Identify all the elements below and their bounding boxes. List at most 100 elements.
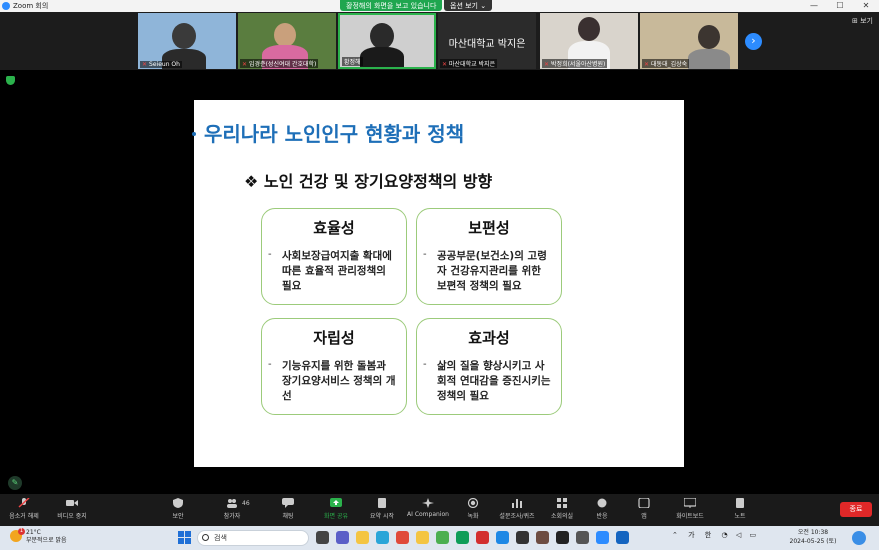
participant-display-name: 마산대학교 박지은 [448,39,526,50]
policy-box-text: 기능유지를 위한 돌봄과 장기요양서비스 정책의 개선 [282,360,396,402]
participant-name-label: ✕ 대동대_김상숙 [642,59,690,68]
gallery-next-button[interactable]: › [745,33,762,50]
security-label: 보안 [172,513,184,520]
breakout-grid-icon [557,498,567,508]
notes-icon [736,498,744,508]
participant-name-label: ✕ Seieun Oh [140,61,182,68]
tray-overflow-icon[interactable]: ⌃ [672,531,678,539]
window-title: Zoom 회의 [13,2,49,10]
chrome-icon[interactable] [436,531,449,544]
policy-box-heading: 효과성 [468,329,510,347]
annotate-pencil-icon[interactable]: ✎ [8,476,22,490]
app-icon[interactable] [576,531,589,544]
windows-start-button[interactable] [178,531,192,545]
stop-video-button[interactable]: 비디오 중지 [44,498,100,520]
record-icon [467,498,479,508]
participant-body [360,47,404,67]
ime-mode[interactable]: 가 [688,531,694,539]
windows-logo-icon [185,538,191,544]
ai-companion-label: AI Companion [407,511,449,518]
policy-box-independence: 자립성 - 기능유지를 위한 돌봄과 장기요양서비스 정책의 개선 [261,318,407,415]
participant-tile[interactable]: 마산대학교 박지은 ✕ 마산대학교 박지은 [438,13,536,69]
participant-tile[interactable]: ✕ 박정희(서울아산병원) [540,13,638,69]
security-button[interactable]: 보안 [150,498,206,520]
participants-count: 46 [242,500,250,507]
policy-box-text: 공공부문(보건소)의 고령자 건강유지관리를 위한 보편적 정책의 필요 [437,250,547,292]
windows-taskbar: 1 21°C 부분적으로 맑음 검색 ⌃ 가 한 ◔ ◁ ▭ 오전 10:38 … [0,526,879,550]
excel-icon[interactable] [456,531,469,544]
participant-name-label: ✕ 박정희(서울아산병원) [542,59,608,68]
participant-avatar [578,17,600,41]
policy-box-heading: 효율성 [313,219,355,237]
policy-box-text: 사회보장급여지출 확대에 따른 효율적 관리정책의 필요 [282,250,392,292]
sparkle-icon [422,498,434,508]
acrobat-icon[interactable] [556,531,569,544]
taskbar-clock[interactable]: 오전 10:38 2024-05-25 (토) [782,528,844,546]
summary-doc-icon [378,498,386,508]
windows-logo-icon [178,531,184,537]
zoom-logo-icon [2,2,10,10]
participant-tile-active-speaker[interactable]: 황정해 [338,13,436,69]
minimize-button[interactable]: — [801,0,827,12]
unmute-label: 음소거 해제 [9,513,39,520]
meeting-toolbar: 음소거 해제 비디오 중지 보안 참가자 46 채팅 화면 공유 요약 시작 A… [0,494,879,526]
shield-icon [173,498,183,508]
participants-button[interactable]: 참가자 46 [204,498,260,520]
office-icon[interactable] [396,531,409,544]
weather-desc: 부분적으로 맑음 [26,537,67,544]
teams-icon[interactable] [336,531,349,544]
bullet-dash: - [423,249,427,260]
participant-name: 마산대학교 박지은 [449,61,496,68]
file-explorer-icon[interactable] [356,531,369,544]
participant-name-label: ✕ 임경춘(성신여대 간호대학) [240,59,319,68]
windows-logo-icon [185,531,191,537]
app-icon[interactable] [476,531,489,544]
gallery-view-button[interactable]: ⊞ 보기 [852,16,873,26]
ime-language[interactable]: 한 [705,531,711,539]
sticky-notes-icon[interactable] [416,531,429,544]
close-button[interactable]: ✕ [853,0,879,12]
bullet-icon [192,132,196,136]
policy-box-heading: 보편성 [468,219,510,237]
wifi-icon[interactable]: ◔ [721,531,727,539]
slide-title: 우리나라 노인인구 현황과 정책 [192,118,464,147]
speaker-icon[interactable]: ◁ [736,531,741,539]
participant-avatar [172,23,196,49]
chat-label: 채팅 [282,513,294,520]
participant-name-label: ✕ 마산대학교 박지은 [440,59,498,68]
maximize-button[interactable]: ☐ [827,0,853,12]
task-view-icon[interactable] [316,531,329,544]
participant-tile[interactable]: ✕ 임경춘(성신여대 간호대학) [238,13,336,69]
edge-icon[interactable] [376,531,389,544]
view-options-button[interactable]: 옵션 보기 ⌄ [444,0,493,11]
zoom-taskbar-icon[interactable] [596,531,609,544]
app-icon[interactable] [616,531,629,544]
participant-gallery: ✕ Seieun Oh ✕ 임경춘(성신여대 간호대학) 황정해 마산대학교 박지은… [0,12,879,70]
policy-box-text: 삶의 질을 향상시키고 사회적 연대감을 증진시키는 정책의 필요 [437,360,551,402]
copilot-icon[interactable] [852,531,866,545]
word-icon[interactable] [496,531,509,544]
whiteboard-button[interactable]: 화이트보드 [662,498,718,520]
share-status-banner: 황정해의 화면을 보고 있습니다 [340,0,443,11]
taskbar-search-input[interactable]: 검색 [197,530,309,546]
reaction-smile-icon [597,498,607,508]
polls-label: 설문조사/퀴즈 [499,513,535,520]
poll-chart-icon [512,499,522,508]
notes-button[interactable]: 노트 [712,498,768,520]
muted-mic-icon: ✕ [644,61,650,68]
record-label: 녹화 [467,513,479,520]
policy-box-heading: 자립성 [313,329,355,347]
security-shield-icon[interactable] [6,76,15,85]
battery-icon[interactable]: ▭ [749,531,756,539]
weather-badge: 1 [18,528,25,535]
participant-tile[interactable]: ✕ Seieun Oh [138,13,236,69]
policy-box-efficiency: 효율성 - 사회보장급여지출 확대에 따른 효율적 관리정책의 필요 [261,208,407,305]
participant-tile[interactable]: ✕ 대동대_김상숙 [640,13,738,69]
search-placeholder: 검색 [214,534,227,542]
participant-name: 대동대_김상숙 [651,61,688,68]
app-icon[interactable] [516,531,529,544]
end-meeting-button[interactable]: 종료 [840,502,872,517]
video-label: 비디오 중지 [57,513,87,520]
participants-label: 참가자 [223,513,241,520]
app-icon[interactable] [536,531,549,544]
